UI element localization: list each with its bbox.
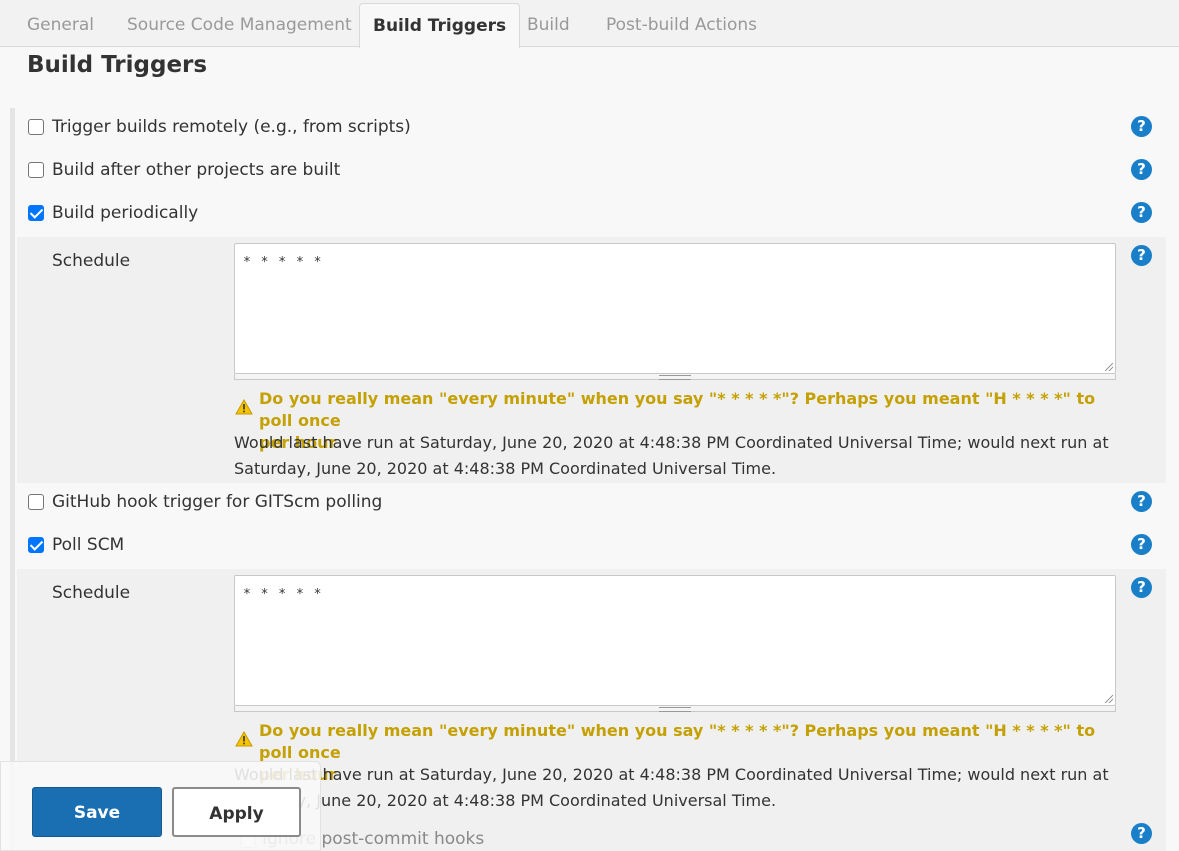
resize-grip-icon[interactable]	[1105, 363, 1113, 371]
help-icon[interactable]: ?	[1131, 116, 1152, 137]
periodic-schedule-label: Schedule	[52, 251, 131, 271]
tab-bar: General Source Code Management Build Tri…	[0, 0, 1179, 48]
tab-build-triggers[interactable]: Build Triggers	[359, 3, 521, 48]
help-icon[interactable]: ?	[1131, 491, 1152, 512]
periodic-schedule-input[interactable]: * * * * *	[234, 243, 1116, 374]
trigger-remote-label[interactable]: Trigger builds remotely (e.g., from scri…	[52, 117, 411, 137]
tab-post-build-actions[interactable]: Post-build Actions	[606, 0, 757, 47]
help-icon[interactable]: ?	[1131, 823, 1152, 844]
periodic-next-run-info: Would last have run at Saturday, June 20…	[234, 433, 1109, 478]
help-icon[interactable]: ?	[1131, 159, 1152, 180]
textarea-drag-handle[interactable]	[234, 706, 1116, 712]
resize-grip-icon[interactable]	[1105, 695, 1113, 703]
warning-icon	[235, 731, 253, 747]
warning-icon	[235, 399, 253, 415]
tab-build[interactable]: Build	[527, 0, 570, 47]
build-after-other-label[interactable]: Build after other projects are built	[52, 160, 340, 180]
poll-scm-checkbox[interactable]	[28, 537, 44, 553]
poll-scm-label[interactable]: Poll SCM	[52, 535, 124, 555]
scm-schedule-value: * * * * *	[243, 587, 323, 602]
tab-general[interactable]: General	[27, 0, 94, 47]
help-icon[interactable]: ?	[1131, 534, 1152, 555]
build-periodically-label[interactable]: Build periodically	[52, 203, 198, 223]
help-icon[interactable]: ?	[1131, 245, 1152, 266]
tab-source-code-management[interactable]: Source Code Management	[127, 0, 352, 47]
textarea-drag-handle[interactable]	[234, 374, 1116, 380]
help-icon[interactable]: ?	[1131, 202, 1152, 223]
scm-schedule-input[interactable]: * * * * *	[234, 575, 1116, 706]
help-icon[interactable]: ?	[1131, 577, 1152, 598]
scm-next-run-info: Would last have run at Saturday, June 20…	[234, 765, 1109, 810]
trigger-remote-checkbox[interactable]	[28, 119, 44, 135]
periodic-schedule-value: * * * * *	[243, 255, 323, 270]
github-hook-label[interactable]: GitHub hook trigger for GITScm polling	[52, 492, 382, 512]
build-periodically-checkbox[interactable]	[28, 205, 44, 221]
section-title: Build Triggers	[27, 52, 208, 78]
section-indent-bar	[10, 108, 15, 851]
apply-button[interactable]: Apply	[172, 787, 301, 837]
build-after-other-checkbox[interactable]	[28, 162, 44, 178]
save-button[interactable]: Save	[32, 787, 162, 837]
github-hook-checkbox[interactable]	[28, 494, 44, 510]
scm-schedule-label: Schedule	[52, 583, 131, 603]
